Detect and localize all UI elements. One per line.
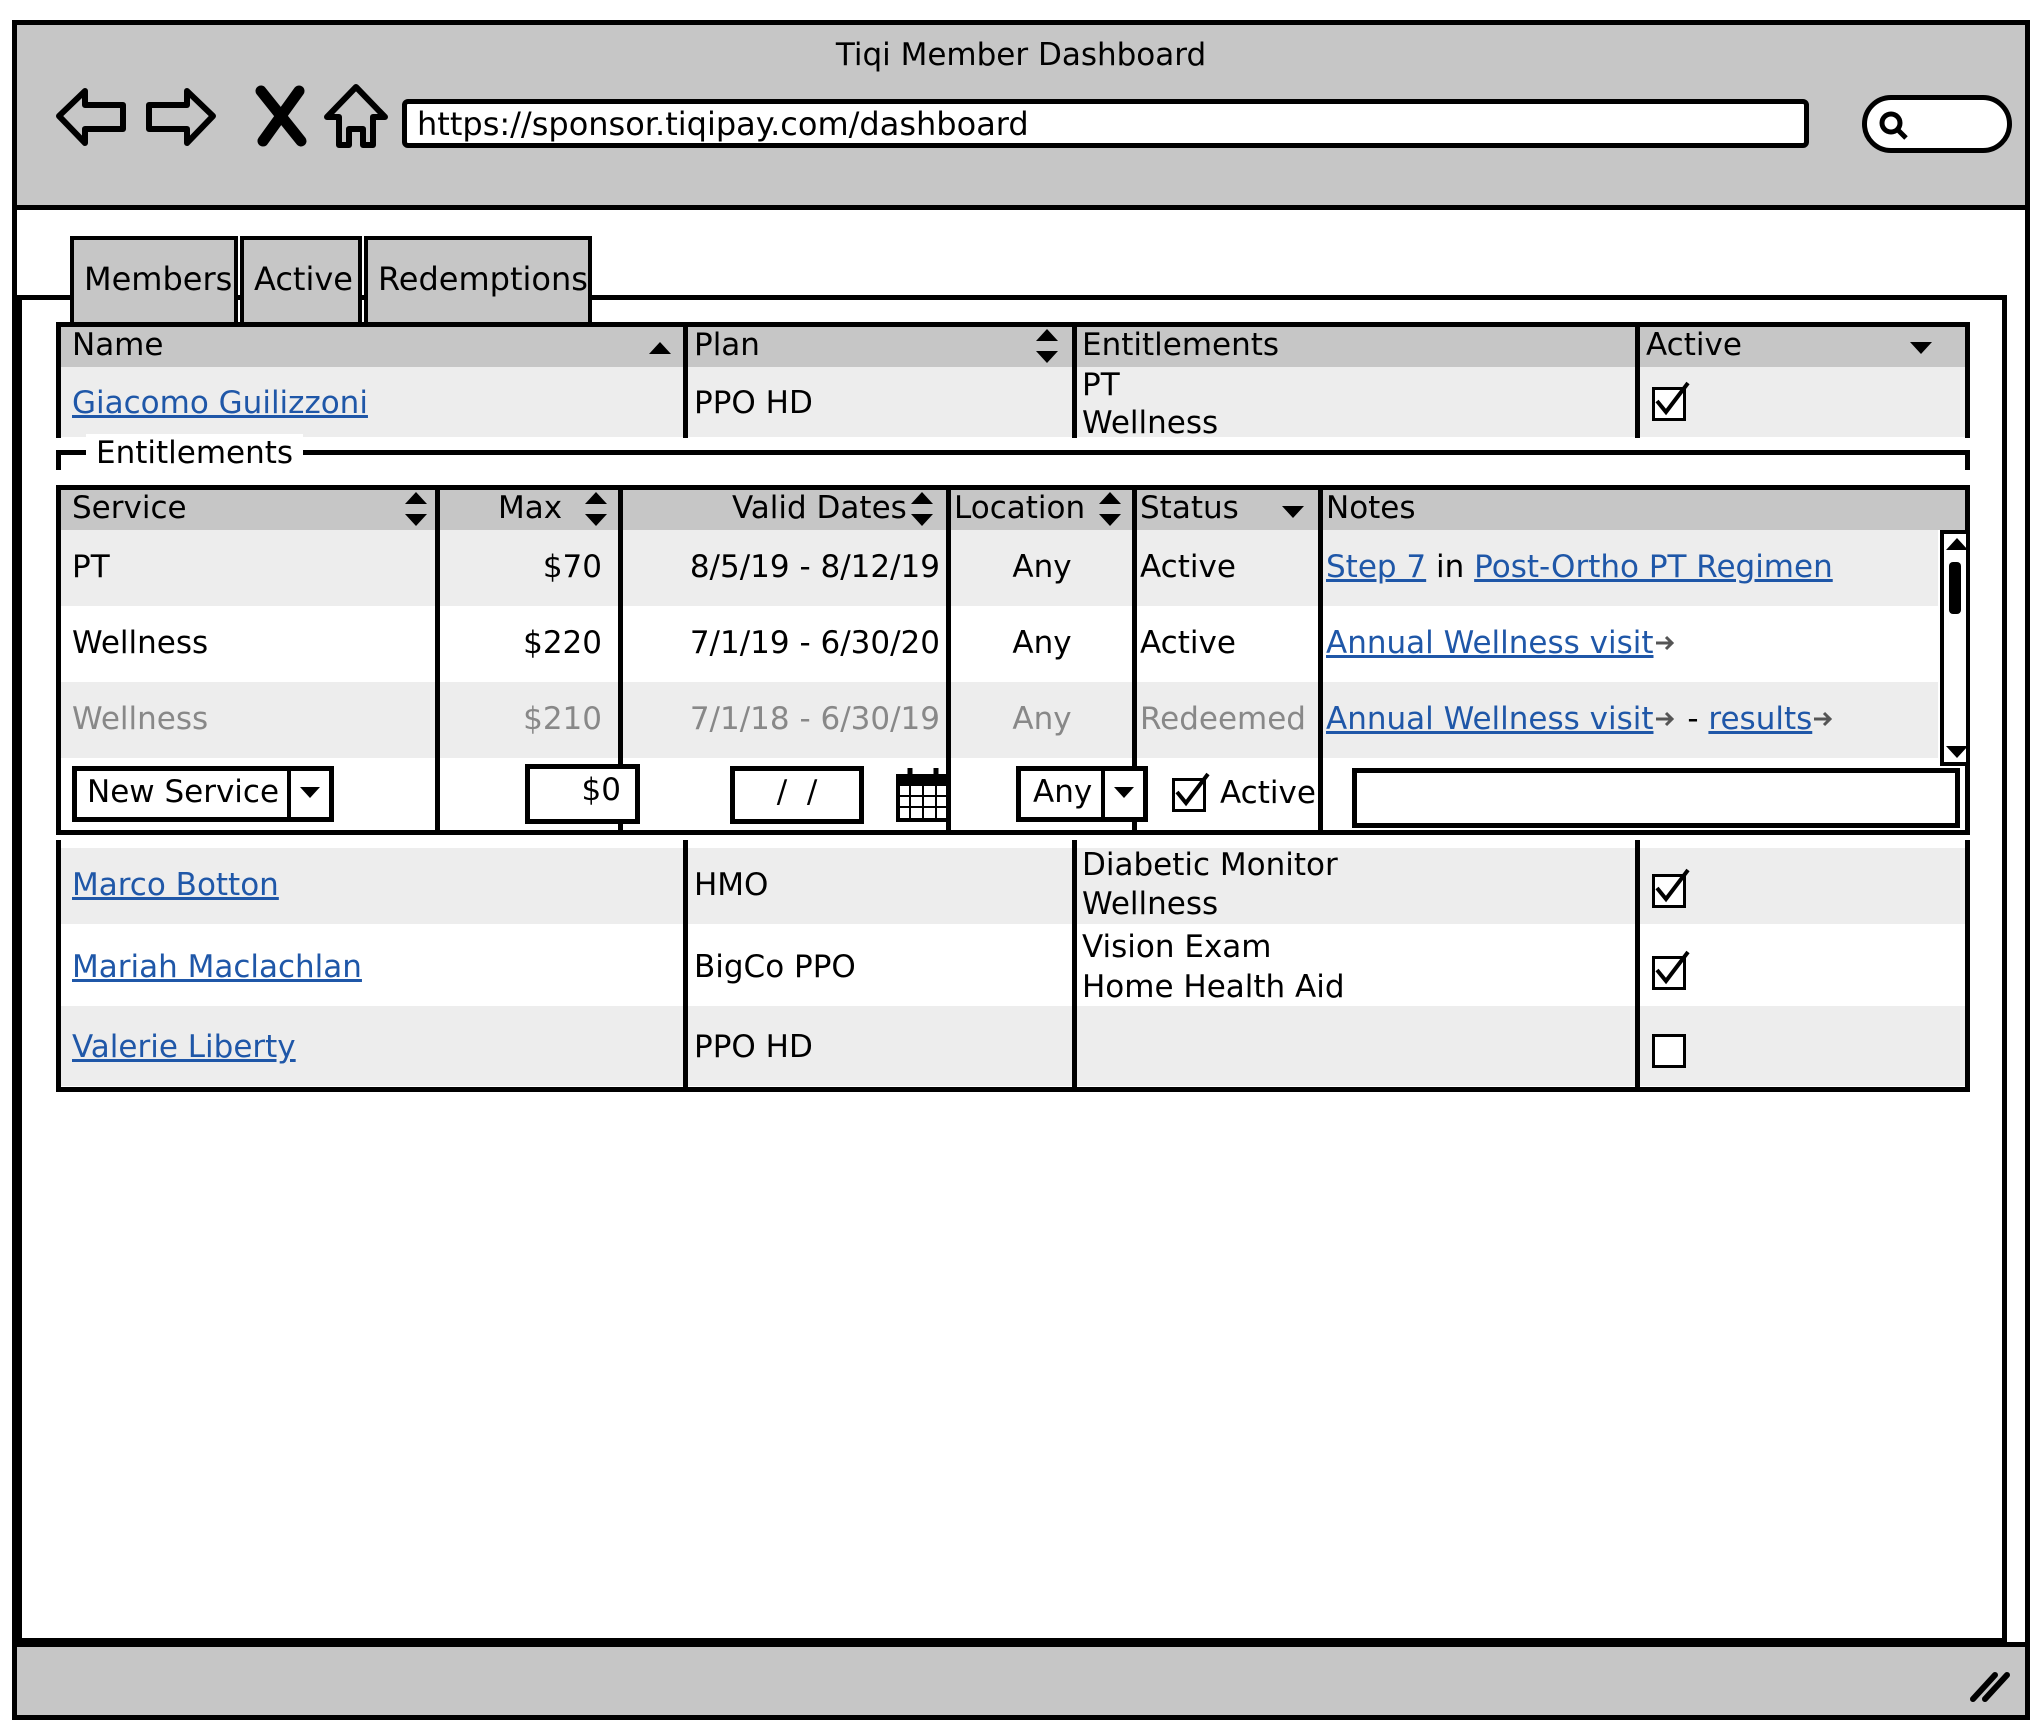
status-bar: [17, 1642, 2025, 1715]
new-active-label: Active: [1220, 775, 1316, 811]
sort-icon[interactable]: [910, 492, 934, 526]
active-checkbox[interactable]: [1652, 381, 1690, 421]
status-cell: Redeemed: [1140, 701, 1306, 737]
search-icon: [1879, 111, 1908, 140]
scroll-up-icon[interactable]: [1946, 538, 1968, 550]
member-entitlement: Diabetic Monitor: [1082, 847, 1338, 883]
header-entitlements[interactable]: Entitlements: [1082, 326, 1279, 364]
note-link[interactable]: Post-Ortho PT Regimen: [1474, 549, 1833, 585]
member-entitlement: Home Health Aid: [1082, 969, 1345, 1005]
note-link[interactable]: Annual Wellness visit: [1326, 701, 1654, 737]
member-plan: PPO HD: [694, 1029, 813, 1065]
service-cell: Wellness: [72, 701, 209, 737]
url-input[interactable]: https://sponsor.tiqipay.com/dashboard: [402, 99, 1809, 148]
dates-cell: 7/1/19 - 6/30/20: [689, 625, 940, 661]
member-plan: PPO HD: [694, 385, 813, 421]
member-name-link[interactable]: Marco Botton: [72, 866, 279, 904]
location-cell: Any: [1012, 549, 1072, 585]
filter-dropdown-icon[interactable]: [1910, 342, 1932, 354]
notes-cell: Annual Wellness visit - results: [1326, 700, 1836, 738]
external-link-icon: [1655, 711, 1674, 727]
member-entitlement: Vision Exam: [1082, 929, 1272, 965]
location-cell: Any: [1012, 701, 1072, 737]
date-input[interactable]: / /: [730, 766, 864, 824]
sort-ascending-icon[interactable]: [649, 342, 671, 354]
header-name[interactable]: Name: [72, 326, 163, 364]
sort-icon[interactable]: [1098, 492, 1122, 526]
notes-input[interactable]: [1352, 768, 1960, 828]
active-checkbox[interactable]: [1652, 950, 1690, 990]
search-field[interactable]: [1862, 95, 2012, 153]
active-checkbox[interactable]: [1652, 868, 1690, 908]
home-icon[interactable]: [317, 77, 395, 155]
location-cell: Any: [1012, 625, 1072, 661]
new-service-value: New Service: [87, 774, 280, 810]
header-notes[interactable]: Notes: [1326, 489, 1416, 527]
member-name-link[interactable]: Mariah Maclachlan: [72, 948, 362, 986]
member-entitlement: Wellness: [1082, 405, 1219, 441]
back-arrow-icon[interactable]: [51, 77, 129, 155]
tab-redemptions[interactable]: Redemptions: [364, 236, 592, 324]
header-active[interactable]: Active: [1646, 326, 1742, 364]
member-name-link[interactable]: Valerie Liberty: [72, 1028, 296, 1066]
header-max[interactable]: Max: [498, 489, 562, 527]
max-cell: $210: [523, 701, 602, 737]
service-cell: Wellness: [72, 625, 209, 661]
page-content: Members Active Redemptions Name Plan Ent…: [17, 236, 2007, 1643]
header-status[interactable]: Status: [1140, 489, 1239, 527]
new-service-select[interactable]: New Service: [72, 766, 334, 822]
max-cell: $220: [523, 625, 602, 661]
browser-toolbar: Tiqi Member Dashboard https://sponsor.ti…: [17, 25, 2025, 210]
window-title: Tiqi Member Dashboard: [835, 37, 1207, 73]
resize-grip-icon[interactable]: [1967, 1665, 2011, 1705]
note-link[interactable]: results: [1708, 701, 1812, 737]
filter-dropdown-icon[interactable]: [1282, 506, 1304, 518]
chevron-down-icon[interactable]: [1101, 771, 1143, 817]
notes-cell: Annual Wellness visit: [1326, 624, 1678, 662]
entitlements-scrollbar[interactable]: [1940, 530, 1970, 766]
chevron-down-icon[interactable]: [287, 771, 329, 817]
tab-members[interactable]: Members: [70, 236, 238, 324]
member-name-link[interactable]: Giacomo Guilizzoni: [72, 384, 368, 422]
header-service[interactable]: Service: [72, 489, 187, 527]
note-text: in: [1426, 549, 1475, 585]
member-plan: BigCo PPO: [694, 949, 856, 985]
status-cell: Active: [1140, 549, 1236, 585]
max-amount-input[interactable]: $0: [525, 764, 640, 824]
stop-icon[interactable]: [243, 77, 321, 155]
header-location[interactable]: Location: [954, 489, 1085, 527]
member-plan: HMO: [694, 867, 769, 903]
sort-icon[interactable]: [584, 492, 608, 526]
external-link-icon: [1814, 711, 1833, 727]
entitlements-legend: Entitlements: [86, 434, 304, 472]
tab-active[interactable]: Active: [240, 236, 362, 324]
forward-arrow-icon[interactable]: [143, 77, 221, 155]
status-cell: Active: [1140, 625, 1236, 661]
notes-cell: Step 7 in Post-Ortho PT Regimen: [1326, 548, 1833, 586]
dates-cell: 8/5/19 - 8/12/19: [689, 549, 940, 585]
dates-cell: 7/1/18 - 6/30/19: [689, 701, 940, 737]
scroll-thumb[interactable]: [1949, 562, 1961, 614]
note-text: -: [1677, 701, 1709, 737]
scroll-down-icon[interactable]: [1946, 746, 1968, 758]
calendar-icon[interactable]: [895, 766, 951, 822]
note-link[interactable]: Annual Wellness visit: [1326, 625, 1654, 661]
member-entitlement: PT: [1082, 367, 1120, 403]
note-link[interactable]: Step 7: [1326, 549, 1426, 585]
sort-icon[interactable]: [1035, 329, 1059, 363]
header-valid-dates[interactable]: Valid Dates: [732, 489, 907, 527]
app-window: Tiqi Member Dashboard https://sponsor.ti…: [0, 0, 2044, 1730]
location-select[interactable]: Any: [1016, 766, 1148, 822]
active-checkbox[interactable]: [1652, 1034, 1686, 1068]
new-active-checkbox[interactable]: [1172, 772, 1210, 812]
external-link-icon: [1655, 635, 1674, 651]
header-plan[interactable]: Plan: [694, 326, 760, 364]
service-cell: PT: [72, 549, 110, 585]
member-entitlement: Wellness: [1082, 886, 1219, 922]
sort-icon[interactable]: [404, 492, 428, 526]
location-value: Any: [1033, 774, 1093, 810]
browser-frame: Tiqi Member Dashboard https://sponsor.ti…: [12, 20, 2030, 1720]
max-cell: $70: [542, 549, 602, 585]
